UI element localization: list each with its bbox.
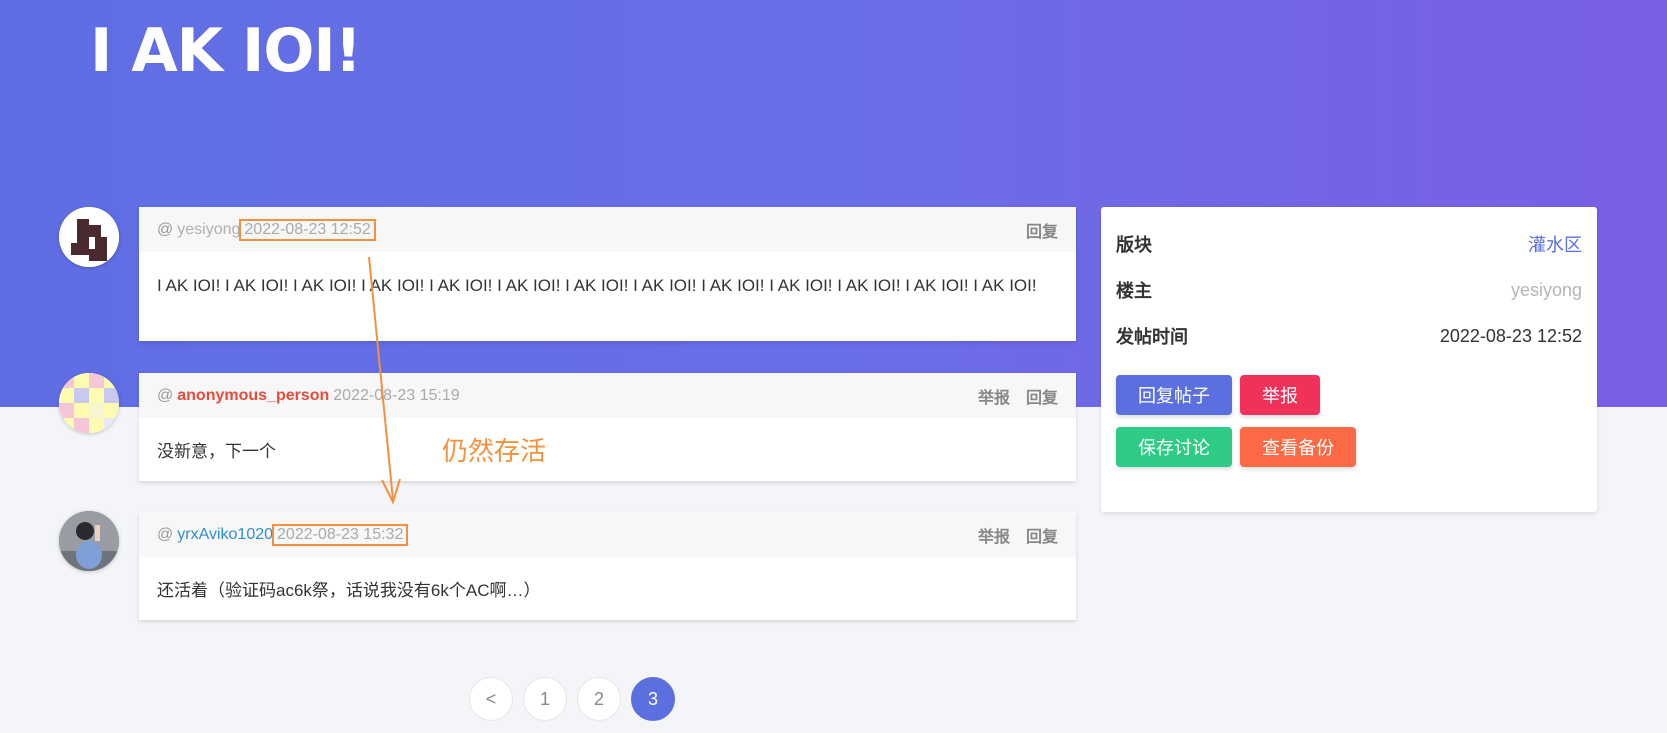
annotation-arrow — [368, 256, 401, 505]
annotation-label: 仍然存活 — [442, 437, 547, 467]
